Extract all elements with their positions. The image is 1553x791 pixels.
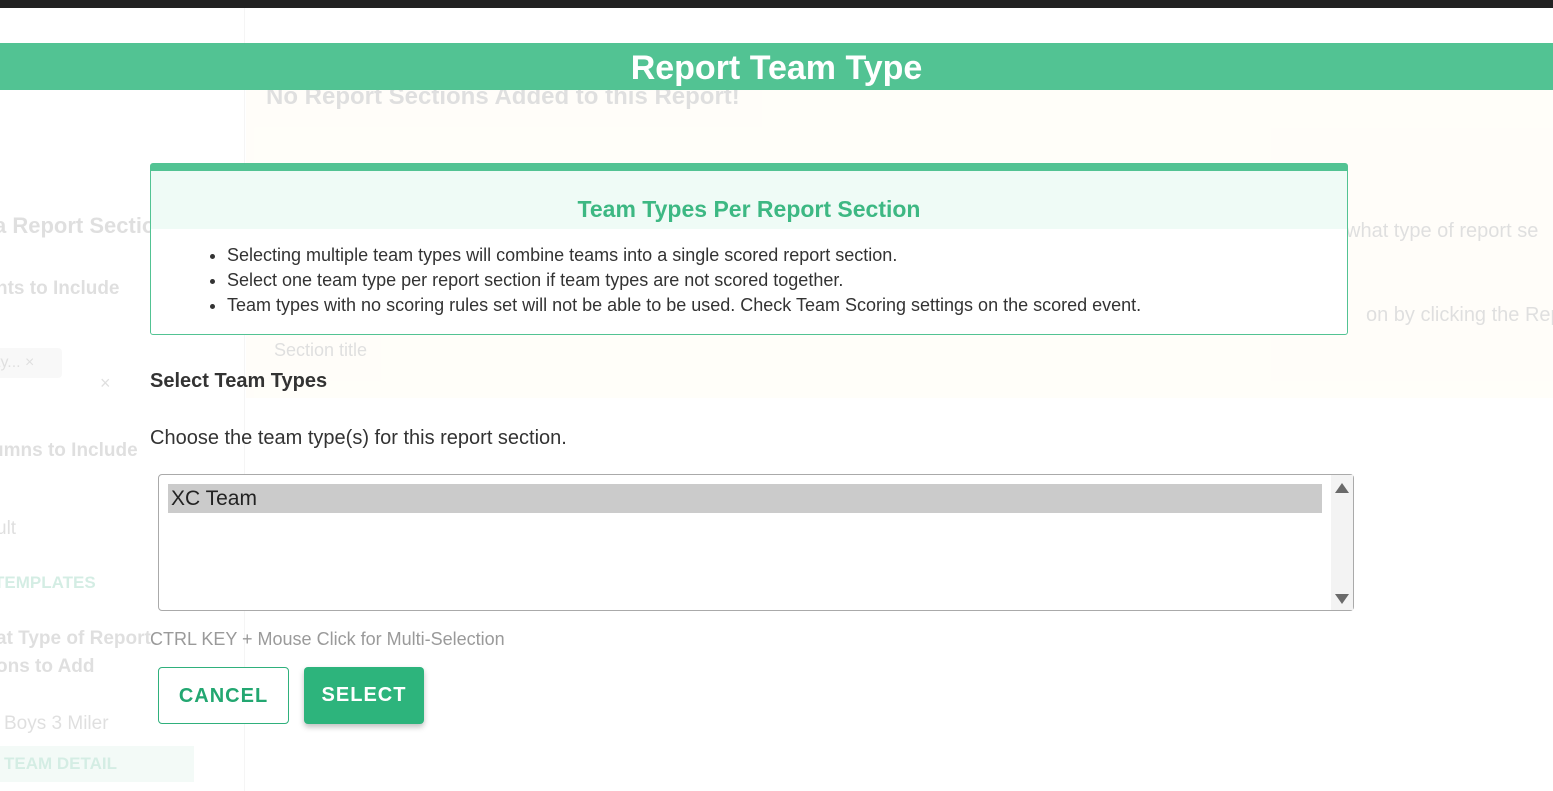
bg-columns-heading: umns to Include [0, 440, 138, 461]
listbox-scrollbar[interactable] [1331, 475, 1353, 610]
bg-event-chip: ty... × [0, 348, 62, 378]
info-bullet: Selecting multiple team types will combi… [227, 243, 1347, 268]
info-bullet-list: Selecting multiple team types will combi… [151, 229, 1347, 318]
cancel-button[interactable]: CANCEL [158, 667, 289, 724]
info-heading: Team Types Per Report Section [151, 171, 1347, 229]
info-bullet: Select one team type per report section … [227, 268, 1347, 293]
info-panel: Team Types Per Report Section Selecting … [150, 163, 1348, 335]
select-team-types-help: Choose the team type(s) for this report … [150, 427, 567, 449]
bg-right-text-2: on by clicking the Rep [1366, 304, 1553, 326]
bg-type-heading: at Type of Report ons to Add [0, 628, 151, 677]
clear-icon: × [100, 373, 111, 393]
scroll-down-arrow-icon[interactable] [1335, 594, 1349, 604]
bg-section-title-placeholder: Section title [274, 340, 368, 360]
bg-event-name: Boys 3 Miler [4, 713, 109, 734]
chip-close-icon: × [25, 354, 35, 371]
select-team-types-label: Select Team Types [150, 370, 328, 392]
browser-top-bar [0, 0, 1553, 8]
select-button[interactable]: SELECT [304, 667, 424, 724]
team-type-multiselect[interactable]: XC Team [158, 474, 1354, 611]
modal-title: Report Team Type [0, 43, 1553, 90]
bg-right-text-1: what type of report se [1346, 220, 1539, 242]
multi-select-hint: CTRL KEY + Mouse Click for Multi-Selecti… [150, 629, 505, 649]
scroll-up-arrow-icon[interactable] [1335, 483, 1349, 493]
bg-events-heading: nts to Include [0, 278, 120, 299]
bg-team-detail-button: TEAM DETAIL [0, 746, 194, 782]
team-type-option[interactable]: XC Team [168, 484, 1322, 513]
bg-default-value: ult [0, 518, 17, 539]
info-bullet: Team types with no scoring rules set wil… [227, 293, 1347, 318]
bg-templates-link: TEMPLATES [0, 573, 96, 592]
